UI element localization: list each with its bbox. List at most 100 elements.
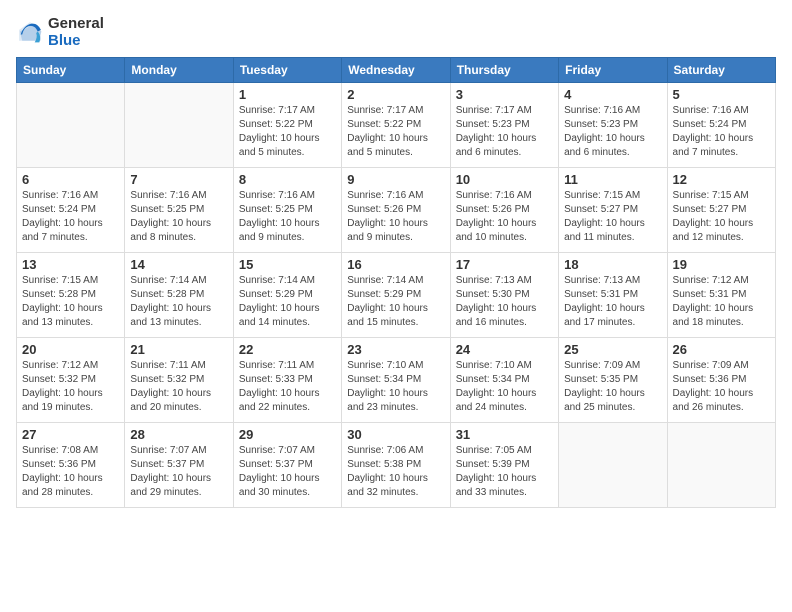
day-number: 23 xyxy=(347,342,444,357)
week-row-3: 13Sunrise: 7:15 AMSunset: 5:28 PMDayligh… xyxy=(17,253,776,338)
day-number: 12 xyxy=(673,172,770,187)
day-info: Sunrise: 7:17 AMSunset: 5:23 PMDaylight:… xyxy=(456,104,553,160)
day-number: 24 xyxy=(456,342,553,357)
calendar-cell: 17 Sunrise: 7:13 AMSunset: 5:30 PMDayligh… xyxy=(450,253,558,338)
day-number: 7 xyxy=(130,172,227,187)
calendar-cell: 7 Sunrise: 7:16 AMSunset: 5:25 PMDaylight… xyxy=(125,168,233,253)
calendar-cell: 6 Sunrise: 7:16 AMSunset: 5:24 PMDaylight… xyxy=(17,168,125,253)
day-number: 8 xyxy=(239,172,336,187)
day-number: 20 xyxy=(22,342,119,357)
day-info: Sunrise: 7:17 AMSunset: 5:22 PMDaylight:… xyxy=(239,104,336,160)
day-info: Sunrise: 7:09 AMSunset: 5:36 PMDaylight:… xyxy=(673,359,770,415)
day-info: Sunrise: 7:11 AMSunset: 5:32 PMDaylight:… xyxy=(130,359,227,415)
calendar-cell xyxy=(667,423,775,508)
calendar-cell: 10 Sunrise: 7:16 AMSunset: 5:26 PMDayligh… xyxy=(450,168,558,253)
calendar-cell: 2Sunrise: 7:17 AMSunset: 5:22 PMDaylight… xyxy=(342,83,450,168)
day-info: Sunrise: 7:16 AMSunset: 5:25 PMDaylight:… xyxy=(130,189,227,245)
calendar-cell xyxy=(125,83,233,168)
calendar-cell: 26 Sunrise: 7:09 AMSunset: 5:36 PMDayligh… xyxy=(667,338,775,423)
calendar-cell: 28 Sunrise: 7:07 AMSunset: 5:37 PMDayligh… xyxy=(125,423,233,508)
calendar-table: SundayMondayTuesdayWednesdayThursdayFrid… xyxy=(16,57,776,508)
week-row-1: 1 Sunrise: 7:17 AMSunset: 5:22 PMDaylight… xyxy=(17,83,776,168)
calendar-cell: 27 Sunrise: 7:08 AMSunset: 5:36 PMDayligh… xyxy=(17,423,125,508)
day-number: 10 xyxy=(456,172,553,187)
day-info: Sunrise: 7:10 AMSunset: 5:34 PMDaylight:… xyxy=(347,359,444,415)
calendar-cell: 20 Sunrise: 7:12 AMSunset: 5:32 PMDayligh… xyxy=(17,338,125,423)
day-info: Sunrise: 7:13 AMSunset: 5:30 PMDaylight:… xyxy=(456,274,553,330)
logo: General Blue xyxy=(16,16,104,49)
logo-icon xyxy=(16,19,44,47)
day-info: Sunrise: 7:14 AMSunset: 5:29 PMDaylight:… xyxy=(239,274,336,330)
weekday-header-monday: Monday xyxy=(125,58,233,83)
page-header: General Blue xyxy=(16,16,776,49)
day-number: 1 xyxy=(239,87,336,102)
day-info: Sunrise: 7:09 AMSunset: 5:35 PMDaylight:… xyxy=(564,359,661,415)
day-number: 9 xyxy=(347,172,444,187)
day-info: Sunrise: 7:05 AMSunset: 5:39 PMDaylight:… xyxy=(456,444,553,500)
weekday-header-thursday: Thursday xyxy=(450,58,558,83)
day-info: Sunrise: 7:12 AMSunset: 5:32 PMDaylight:… xyxy=(22,359,119,415)
calendar-cell: 15 Sunrise: 7:14 AMSunset: 5:29 PMDayligh… xyxy=(233,253,341,338)
day-number: 5 xyxy=(673,87,770,102)
day-info: Sunrise: 7:10 AMSunset: 5:34 PMDaylight:… xyxy=(456,359,553,415)
day-number: 16 xyxy=(347,257,444,272)
day-number: 26 xyxy=(673,342,770,357)
day-info: Sunrise: 7:11 AMSunset: 5:33 PMDaylight:… xyxy=(239,359,336,415)
day-info: Sunrise: 7:12 AMSunset: 5:31 PMDaylight:… xyxy=(673,274,770,330)
day-info: Sunrise: 7:16 AMSunset: 5:25 PMDaylight:… xyxy=(239,189,336,245)
day-number: 18 xyxy=(564,257,661,272)
day-info: Sunrise: 7:14 AMSunset: 5:28 PMDaylight:… xyxy=(130,274,227,330)
day-number: 6 xyxy=(22,172,119,187)
calendar-cell: 22 Sunrise: 7:11 AMSunset: 5:33 PMDayligh… xyxy=(233,338,341,423)
day-number: 14 xyxy=(130,257,227,272)
day-number: 31 xyxy=(456,427,553,442)
calendar-cell: 1 Sunrise: 7:17 AMSunset: 5:22 PMDaylight… xyxy=(233,83,341,168)
calendar-cell: 13Sunrise: 7:15 AMSunset: 5:28 PMDayligh… xyxy=(17,253,125,338)
calendar-cell: 30Sunrise: 7:06 AMSunset: 5:38 PMDayligh… xyxy=(342,423,450,508)
day-info: Sunrise: 7:16 AMSunset: 5:24 PMDaylight:… xyxy=(22,189,119,245)
week-row-5: 27 Sunrise: 7:08 AMSunset: 5:36 PMDayligh… xyxy=(17,423,776,508)
day-number: 4 xyxy=(564,87,661,102)
weekday-header-sunday: Sunday xyxy=(17,58,125,83)
calendar-cell: 24 Sunrise: 7:10 AMSunset: 5:34 PMDayligh… xyxy=(450,338,558,423)
day-info: Sunrise: 7:16 AMSunset: 5:23 PMDaylight:… xyxy=(564,104,661,160)
calendar-cell: 3 Sunrise: 7:17 AMSunset: 5:23 PMDaylight… xyxy=(450,83,558,168)
weekday-header-friday: Friday xyxy=(559,58,667,83)
calendar-cell: 18 Sunrise: 7:13 AMSunset: 5:31 PMDayligh… xyxy=(559,253,667,338)
day-number: 25 xyxy=(564,342,661,357)
calendar-cell: 19Sunrise: 7:12 AMSunset: 5:31 PMDayligh… xyxy=(667,253,775,338)
day-number: 28 xyxy=(130,427,227,442)
weekday-header-tuesday: Tuesday xyxy=(233,58,341,83)
calendar-cell: 5 Sunrise: 7:16 AMSunset: 5:24 PMDaylight… xyxy=(667,83,775,168)
day-info: Sunrise: 7:13 AMSunset: 5:31 PMDaylight:… xyxy=(564,274,661,330)
calendar-cell: 29 Sunrise: 7:07 AMSunset: 5:37 PMDayligh… xyxy=(233,423,341,508)
day-number: 17 xyxy=(456,257,553,272)
day-info: Sunrise: 7:07 AMSunset: 5:37 PMDaylight:… xyxy=(239,444,336,500)
calendar-cell: 31 Sunrise: 7:05 AMSunset: 5:39 PMDayligh… xyxy=(450,423,558,508)
day-info: Sunrise: 7:14 AMSunset: 5:29 PMDaylight:… xyxy=(347,274,444,330)
day-info: Sunrise: 7:17 AMSunset: 5:22 PMDaylight:… xyxy=(347,104,444,160)
weekday-header-saturday: Saturday xyxy=(667,58,775,83)
day-number: 30 xyxy=(347,427,444,442)
day-info: Sunrise: 7:16 AMSunset: 5:24 PMDaylight:… xyxy=(673,104,770,160)
calendar-cell: 25 Sunrise: 7:09 AMSunset: 5:35 PMDayligh… xyxy=(559,338,667,423)
calendar-cell xyxy=(17,83,125,168)
day-number: 3 xyxy=(456,87,553,102)
day-number: 13 xyxy=(22,257,119,272)
calendar-cell: 11Sunrise: 7:15 AMSunset: 5:27 PMDayligh… xyxy=(559,168,667,253)
day-number: 27 xyxy=(22,427,119,442)
day-number: 21 xyxy=(130,342,227,357)
day-info: Sunrise: 7:08 AMSunset: 5:36 PMDaylight:… xyxy=(22,444,119,500)
logo-general: General xyxy=(48,16,104,33)
day-number: 22 xyxy=(239,342,336,357)
week-row-4: 20 Sunrise: 7:12 AMSunset: 5:32 PMDayligh… xyxy=(17,338,776,423)
calendar-cell: 8 Sunrise: 7:16 AMSunset: 5:25 PMDaylight… xyxy=(233,168,341,253)
day-info: Sunrise: 7:16 AMSunset: 5:26 PMDaylight:… xyxy=(456,189,553,245)
day-number: 29 xyxy=(239,427,336,442)
weekday-header-wednesday: Wednesday xyxy=(342,58,450,83)
calendar-cell: 9Sunrise: 7:16 AMSunset: 5:26 PMDaylight… xyxy=(342,168,450,253)
day-number: 15 xyxy=(239,257,336,272)
calendar-cell: 12 Sunrise: 7:15 AMSunset: 5:27 PMDayligh… xyxy=(667,168,775,253)
day-info: Sunrise: 7:07 AMSunset: 5:37 PMDaylight:… xyxy=(130,444,227,500)
day-info: Sunrise: 7:15 AMSunset: 5:27 PMDaylight:… xyxy=(673,189,770,245)
